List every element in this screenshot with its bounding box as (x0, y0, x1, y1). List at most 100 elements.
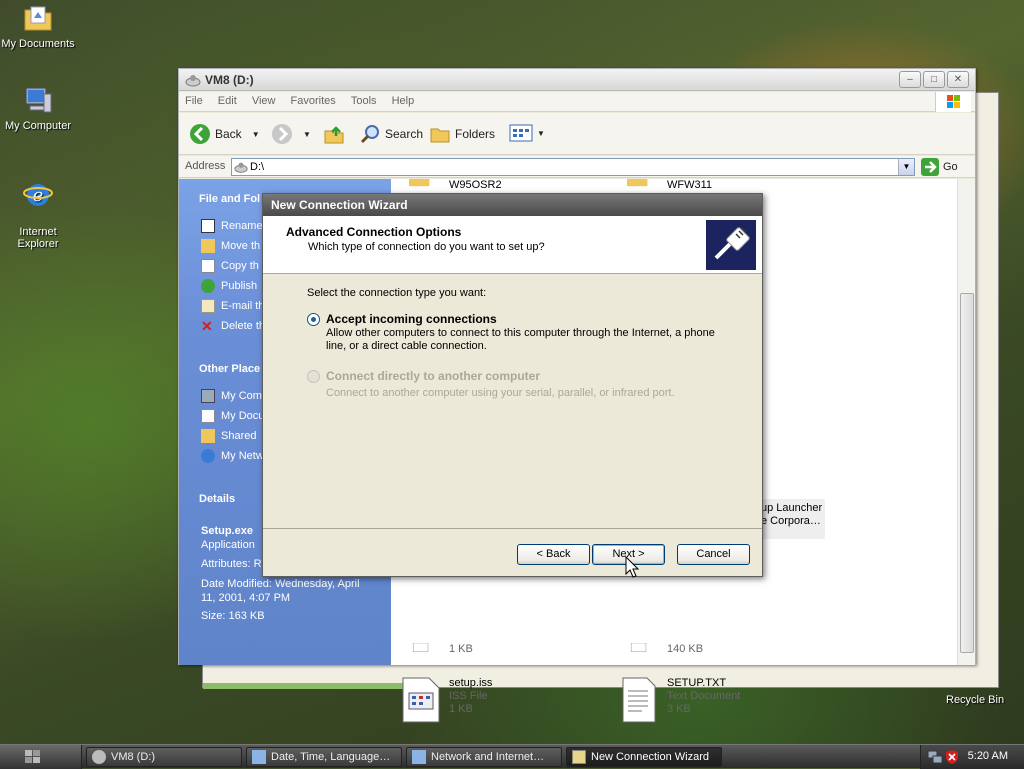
clock[interactable]: 5:20 AM (968, 750, 1008, 762)
menu-favorites[interactable]: Favorites (285, 92, 342, 110)
address-input[interactable]: D:\ ▼ (231, 158, 915, 176)
place-label: My Com (221, 390, 262, 402)
taskbar-item-explorer[interactable]: VM8 (D:) (86, 747, 242, 767)
forward-arrow-icon (272, 124, 292, 144)
file-size: 1 KB (449, 643, 473, 655)
back-button[interactable]: < Back (517, 544, 590, 565)
button-separator (263, 528, 762, 529)
views-dropdown-icon: ▼ (537, 128, 545, 138)
security-shield-icon[interactable] (945, 749, 959, 765)
taskbar-item-date-time[interactable]: Date, Time, Language… (246, 747, 402, 767)
place-shared-documents[interactable]: Shared (201, 429, 256, 443)
wizard-header-title: Advanced Connection Options (286, 225, 462, 239)
task-move[interactable]: Move th (201, 239, 260, 253)
address-value: D:\ (250, 161, 265, 173)
menu-tools[interactable]: Tools (345, 92, 383, 110)
accept-incoming-label[interactable]: Accept incoming connections (326, 312, 497, 326)
file-size: 140 KB (667, 643, 704, 655)
file-name: SETUP.TXT (667, 677, 727, 689)
menu-edit[interactable]: Edit (212, 92, 243, 110)
connect-directly-radio: Connect directly to another computer (307, 369, 540, 383)
file-item-partial-2[interactable]: 140 KB (619, 643, 703, 663)
folders-button[interactable]: Folders (429, 123, 495, 145)
up-folder-button[interactable] (323, 123, 345, 145)
file-folder-tasks-header[interactable]: File and Fol (199, 193, 260, 205)
cancel-button[interactable]: Cancel (677, 544, 750, 565)
computer-icon (25, 87, 52, 113)
taskbar-item-label: Date, Time, Language… (271, 751, 391, 763)
taskbar-item-new-connection-wizard[interactable]: New Connection Wizard (566, 747, 722, 767)
file-item-setup-txt[interactable]: SETUP.TXT Text Document 3 KB (619, 677, 740, 723)
file-item-setup-iss[interactable]: setup.iss ISS File 1 KB (401, 677, 492, 723)
taskbar-item-label: Network and Internet… (431, 751, 545, 763)
task-email[interactable]: E-mail th (201, 299, 264, 313)
file-size: 1 KB (449, 703, 473, 715)
place-my-computer[interactable]: My Com (201, 389, 262, 403)
file-item-setup-launcher[interactable]: up Launcher e Corpora… (761, 499, 825, 539)
forward-dropdown-icon[interactable]: ▼ (303, 130, 311, 139)
desktop-icon-internet-explorer[interactable]: e Internet Explorer (0, 166, 76, 250)
taskbar: VM8 (D:) Date, Time, Language… Network a… (0, 744, 1024, 769)
desktop-icon-my-computer[interactable]: My Computer (0, 84, 76, 132)
file-size: 3 KB (667, 703, 691, 715)
task-copy[interactable]: Copy th (201, 259, 259, 273)
radio-disabled-icon (307, 370, 320, 383)
publish-icon (201, 279, 215, 293)
file-item-partial-1[interactable]: 1 KB (401, 643, 473, 663)
close-button[interactable]: ✕ (947, 71, 969, 88)
folder-documents-icon (24, 6, 52, 31)
background-window-task-pane-edge (203, 683, 415, 689)
system-tray: 5:20 AM (920, 745, 1024, 769)
task-delete[interactable]: ✕ Delete th (201, 319, 265, 333)
details-attributes: Attributes: R (201, 558, 262, 570)
menu-file[interactable]: File (179, 92, 209, 110)
radio-selected-icon[interactable] (307, 313, 320, 326)
delete-icon: ✕ (201, 318, 213, 334)
details-header[interactable]: Details (199, 493, 235, 505)
drive-icon (185, 75, 201, 87)
scrollbar-thumb[interactable] (960, 293, 974, 653)
start-button[interactable] (0, 745, 82, 769)
copy-icon (201, 259, 215, 273)
place-my-documents[interactable]: My Docu (201, 409, 264, 423)
connect-directly-description: Connect to another computer using your s… (326, 387, 675, 399)
search-icon (360, 125, 379, 144)
task-rename[interactable]: Rename (201, 219, 263, 233)
search-label: Search (385, 127, 424, 141)
details-filename: Setup.exe (201, 525, 253, 537)
menu-view[interactable]: View (246, 92, 282, 110)
task-rename-label: Rename (221, 220, 263, 232)
go-button[interactable]: Go (921, 158, 958, 176)
other-places-header[interactable]: Other Place (199, 363, 260, 375)
search-button[interactable]: Search (359, 123, 423, 145)
vertical-scrollbar[interactable] (957, 179, 975, 665)
network-tray-icon[interactable] (927, 749, 943, 765)
forward-button[interactable]: ▼ (271, 123, 311, 145)
menu-help[interactable]: Help (386, 92, 421, 110)
address-dropdown-icon[interactable]: ▼ (898, 159, 914, 175)
taskbar-item-network[interactable]: Network and Internet… (406, 747, 562, 767)
recycle-bin-label[interactable]: Recycle Bin (946, 694, 1004, 706)
place-label: Shared (221, 430, 257, 442)
accept-incoming-radio[interactable]: Accept incoming connections (307, 312, 497, 326)
wizard-body: Select the connection type you want: Acc… (263, 275, 762, 528)
back-dropdown-icon[interactable]: ▼ (252, 130, 260, 139)
file-item-wfw311[interactable]: WFW311 (619, 179, 712, 192)
network-icon (201, 449, 215, 463)
wizard-title-bar[interactable]: New Connection Wizard (263, 194, 762, 216)
maximize-button[interactable]: □ (923, 71, 945, 88)
task-publish-label: Publish (221, 280, 258, 292)
explorer-title-bar[interactable]: VM8 (D:) – □ ✕ (179, 69, 975, 91)
new-connection-wizard-dialog[interactable]: New Connection Wizard Advanced Connectio… (262, 193, 763, 577)
desktop-icon-label: My Documents (1, 38, 75, 50)
standard-toolbar: Back ▼ ▼ Search Folders ▼ (179, 113, 975, 155)
back-button[interactable]: Back ▼ (189, 123, 260, 145)
place-my-network[interactable]: My Netw (201, 449, 264, 463)
desktop-icon-my-documents[interactable]: My Documents (0, 2, 76, 50)
file-name: up Launcher (761, 502, 823, 514)
views-button[interactable]: ▼ (509, 123, 545, 143)
minimize-button[interactable]: – (899, 71, 921, 88)
task-publish[interactable]: Publish (201, 279, 257, 293)
window-title: VM8 (D:) (205, 73, 254, 87)
file-item-w95osr2[interactable]: W95OSR2 (401, 179, 502, 192)
